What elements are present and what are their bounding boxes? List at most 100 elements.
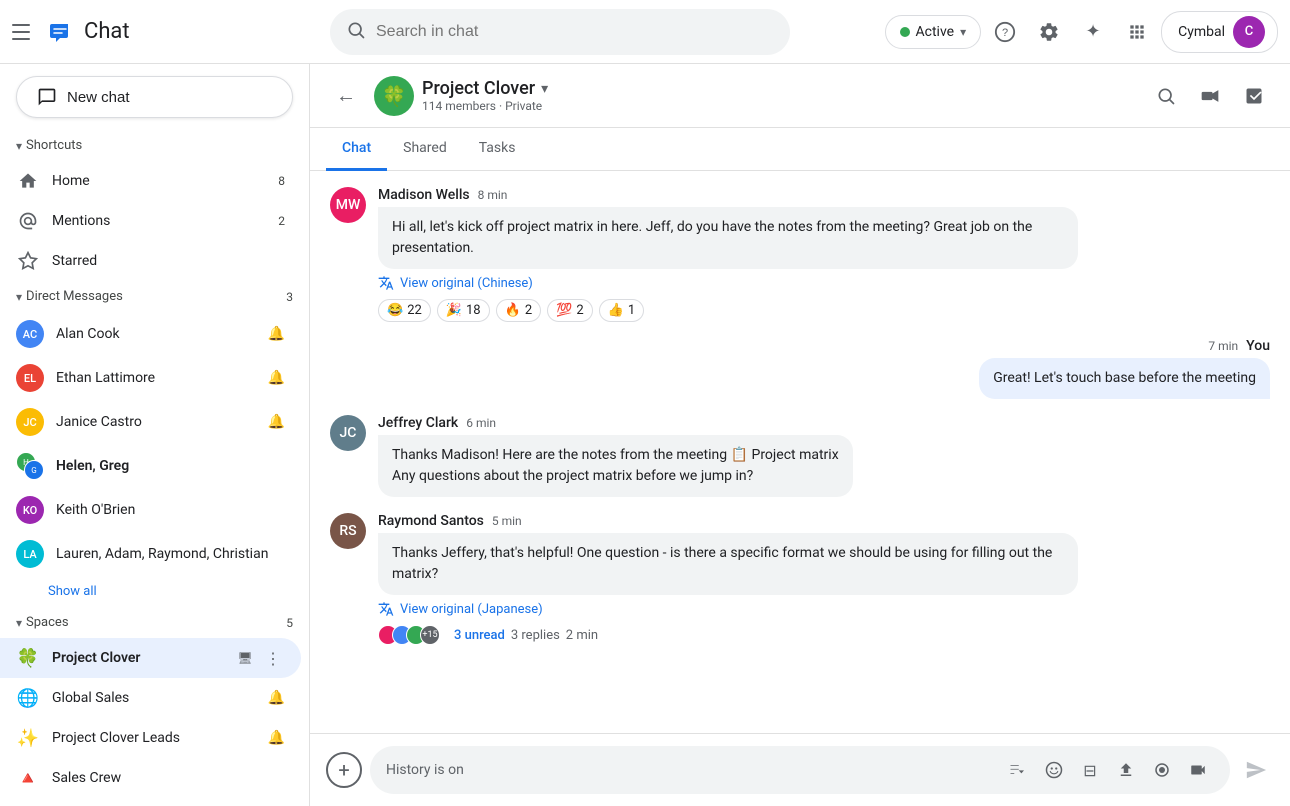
svg-text:?: ?	[1002, 27, 1008, 39]
sidebar-item-alan-cook[interactable]: AC Alan Cook 🔔	[0, 312, 301, 356]
helen-greg-label: Helen, Greg	[56, 458, 285, 474]
reaction-thumbs-count: 1	[628, 303, 635, 318]
madison-bubble: Hi all, let's kick off project matrix in…	[378, 207, 1078, 269]
raymond-time: 5 min	[492, 514, 522, 528]
thread-avatars: +15	[378, 625, 448, 645]
show-all-dm[interactable]: Show all	[0, 576, 301, 607]
chat-logo	[44, 16, 76, 48]
reaction-thumbs[interactable]: 👍1	[599, 299, 645, 322]
tabs: Chat Shared Tasks	[310, 128, 1290, 171]
search-chat-button[interactable]	[1146, 76, 1186, 116]
reaction-100[interactable]: 💯2	[547, 299, 593, 322]
jeffrey-header: Jeffrey Clark 6 min	[378, 415, 1270, 431]
reactions-1: 😂22 🎉18 🔥2 💯2 👍1	[378, 299, 1270, 322]
sidebar-item-marketing-emea[interactable]: 📊 Marketing EMEA	[0, 798, 301, 806]
space-avatar: 🍀	[374, 76, 414, 116]
tasks-button[interactable]	[1234, 76, 1274, 116]
emoji-icon[interactable]	[1038, 754, 1070, 786]
you-content: 7 min You Great! Let's touch base before…	[330, 338, 1270, 399]
sidebar-item-starred[interactable]: Starred	[0, 241, 301, 281]
mentions-icon	[16, 209, 40, 233]
video-call-button[interactable]	[1190, 76, 1230, 116]
message-3: JC Jeffrey Clark 6 min Thanks Madison! H…	[330, 415, 1270, 497]
search-input[interactable]	[376, 23, 774, 41]
sidebar-item-mentions[interactable]: Mentions 2	[0, 201, 301, 241]
spaces-label: Spaces	[26, 615, 69, 630]
tab-tasks[interactable]: Tasks	[463, 128, 532, 171]
madison-content: Madison Wells 8 min Hi all, let's kick o…	[378, 187, 1270, 322]
sidebar-item-home[interactable]: Home 8	[0, 161, 301, 201]
topbar-left: Chat	[12, 16, 322, 48]
sidebar-item-sales-crew[interactable]: 🔺 Sales Crew	[0, 758, 301, 798]
pin-icon: 🔔	[268, 326, 285, 342]
sidebar-item-project-clover[interactable]: 🍀 Project Clover 🖥 ⋮	[0, 638, 301, 678]
sidebar-item-helen-greg[interactable]: H G Helen, Greg	[0, 444, 301, 488]
user-avatar: C	[1233, 16, 1265, 48]
active-status-button[interactable]: Active ▾	[885, 15, 982, 49]
settings-button[interactable]	[1029, 12, 1069, 52]
project-clover-label: Project Clover	[52, 650, 221, 666]
thread-av-count: +15	[420, 625, 440, 645]
thread-info[interactable]: +15 3 unread 3 replies 2 min	[378, 625, 1270, 645]
translate-link-1[interactable]: View original (Chinese)	[378, 275, 1270, 291]
video-icon-input[interactable]	[1182, 754, 1214, 786]
new-chat-button[interactable]: New chat	[16, 76, 293, 118]
sidebar-item-ethan-lattimore[interactable]: EL Ethan Lattimore 🔔	[0, 356, 301, 400]
sparkle-button[interactable]: ✦	[1073, 12, 1113, 52]
input-area: + History is on ⊟	[310, 733, 1290, 806]
sidebar-item-lauren-group[interactable]: LA Lauren, Adam, Raymond, Christian	[0, 532, 301, 576]
add-button[interactable]: +	[326, 752, 362, 788]
topbar-right: Active ▾ ? ✦ Cymbal C	[885, 11, 1279, 53]
back-button[interactable]: ←	[326, 76, 366, 116]
record-icon[interactable]	[1146, 754, 1178, 786]
translate-text-2: View original (Japanese)	[400, 602, 543, 617]
chat-header: ← 🍀 Project Clover ▾ 114 members · Priva…	[310, 64, 1290, 128]
send-button[interactable]	[1238, 752, 1274, 788]
video-icon[interactable]: 🖥	[233, 646, 257, 670]
message-2: 7 min You Great! Let's touch base before…	[330, 338, 1270, 399]
help-button[interactable]: ?	[985, 12, 1025, 52]
apps-grid-button[interactable]	[1117, 12, 1157, 52]
you-time: 7 min	[1208, 339, 1238, 353]
hamburger-icon[interactable]	[12, 20, 36, 44]
upload-icon[interactable]	[1110, 754, 1142, 786]
direct-messages-section[interactable]: ▾ Direct Messages 3	[0, 281, 309, 312]
chat-header-name[interactable]: Project Clover ▾	[422, 78, 1146, 99]
global-sales-icon: 🌐	[16, 686, 40, 710]
sidebar-item-global-sales[interactable]: 🌐 Global Sales 🔔	[0, 678, 301, 718]
tab-chat[interactable]: Chat	[326, 128, 387, 171]
reaction-laugh[interactable]: 😂22	[378, 299, 431, 322]
shortcuts-label: Shortcuts	[26, 138, 82, 153]
jeffrey-time: 6 min	[466, 416, 496, 430]
search-bar[interactable]	[330, 9, 790, 55]
spaces-section[interactable]: ▾ Spaces 5	[0, 607, 309, 638]
active-dot	[900, 27, 910, 37]
translate-link-2[interactable]: View original (Japanese)	[378, 601, 1270, 617]
shortcuts-section[interactable]: ▾ Shortcuts	[0, 130, 309, 161]
pin-icon-2: 🔔	[268, 370, 285, 386]
reaction-fire[interactable]: 🔥2	[496, 299, 542, 322]
home-label: Home	[52, 173, 266, 189]
madison-time: 8 min	[478, 188, 508, 202]
madison-name: Madison Wells	[378, 187, 470, 203]
more-icon[interactable]: ⋮	[261, 646, 285, 670]
reaction-100-count: 2	[576, 303, 583, 318]
home-icon	[16, 169, 40, 193]
tab-shared[interactable]: Shared	[387, 128, 463, 171]
sidebar-item-janice-castro[interactable]: JC Janice Castro 🔔	[0, 400, 301, 444]
reaction-fire-count: 2	[525, 303, 532, 318]
janice-label: Janice Castro	[56, 414, 256, 430]
pin-icon-5: 🔔	[268, 730, 285, 746]
sidebar-item-project-clover-leads[interactable]: ✨ Project Clover Leads 🔔	[0, 718, 301, 758]
sidebar-item-keith[interactable]: KO Keith O'Brien	[0, 488, 301, 532]
madison-header: Madison Wells 8 min	[378, 187, 1270, 203]
dm-badge: 3	[286, 290, 293, 304]
user-chip[interactable]: Cymbal C	[1161, 11, 1278, 53]
you-name: You	[1246, 338, 1270, 354]
reaction-party-count: 18	[466, 303, 481, 318]
reaction-party[interactable]: 🎉18	[437, 299, 490, 322]
raymond-avatar: RS	[330, 513, 366, 549]
chat-header-sub: 114 members · Private	[422, 99, 1146, 113]
mention-icon[interactable]: ⊟	[1074, 754, 1106, 786]
format-text-icon[interactable]	[1002, 754, 1034, 786]
